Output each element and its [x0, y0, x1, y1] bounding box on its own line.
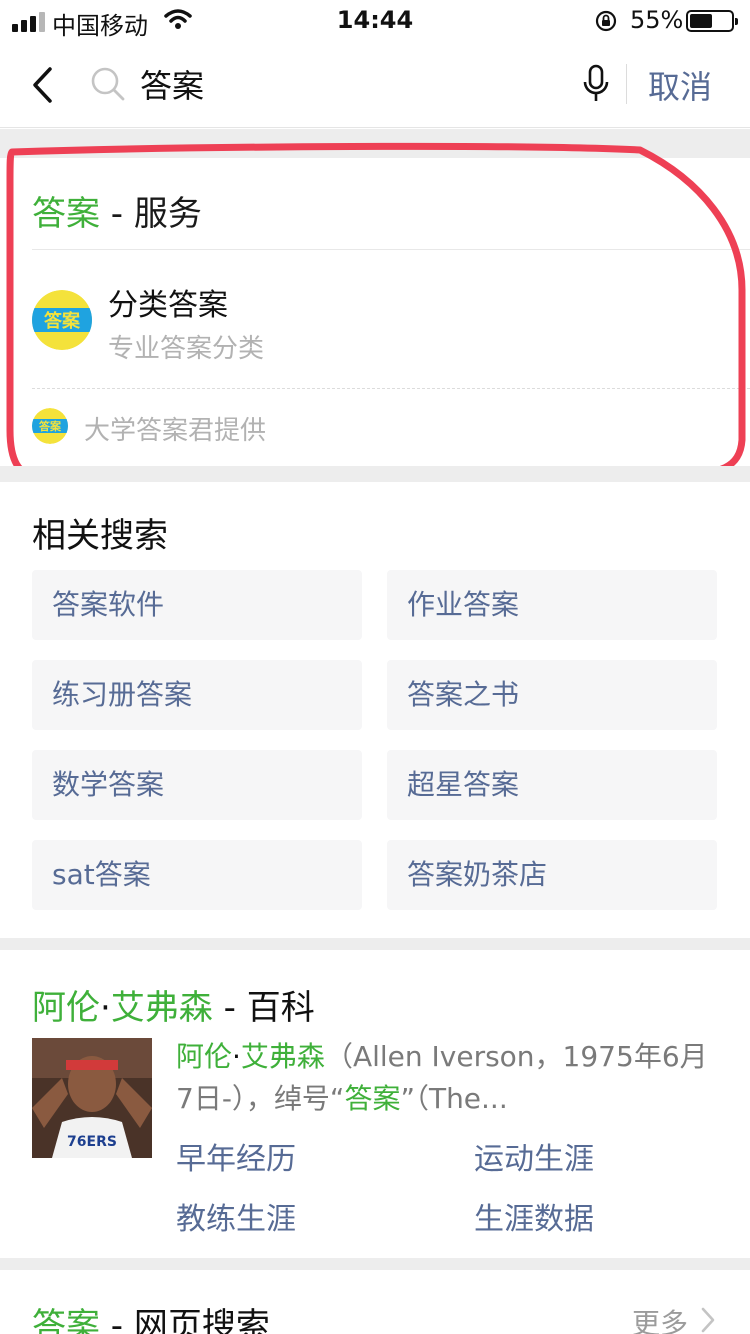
battery-icon — [686, 10, 738, 32]
section-gap — [0, 466, 750, 482]
name-part-1: 阿伦 — [32, 988, 100, 1028]
summary-text-2: ”（The... — [400, 1082, 508, 1115]
back-arrow-icon[interactable] — [30, 66, 56, 104]
service-logo-text: 答案 — [44, 310, 81, 332]
related-search-item[interactable]: 作业答案 — [387, 570, 717, 640]
summary-name-part-1: 阿伦 — [176, 1040, 233, 1073]
search-bar: 取消 — [0, 42, 750, 128]
name-part-2: 艾弗森 — [110, 988, 213, 1028]
name-dot: · — [100, 988, 111, 1028]
provider-logo: 答案 — [32, 408, 68, 444]
dashed-divider — [32, 388, 750, 389]
summary-name-dot: · — [232, 1040, 241, 1073]
web-search-title-suffix: - 网页搜索 — [100, 1306, 270, 1334]
summary-keyword: 答案 — [344, 1082, 401, 1115]
battery-percent: 55% — [630, 6, 684, 34]
web-search-section: 答案 - 网页搜索 更多 — [0, 1270, 750, 1334]
summary-name-part-2: 艾弗森 — [240, 1040, 325, 1073]
encyclopedia-summary: 阿伦·艾弗森（Allen Iverson，1975年6月7日-），绰号“答案”（… — [176, 1036, 716, 1120]
search-icon — [91, 67, 125, 101]
keyword-highlight: 答案 — [32, 194, 100, 234]
divider — [626, 64, 627, 104]
related-search-item[interactable]: 练习册答案 — [32, 660, 362, 730]
related-search-item[interactable]: 超星答案 — [387, 750, 717, 820]
section-gap — [0, 1258, 750, 1270]
search-input[interactable] — [140, 60, 560, 108]
related-search-item[interactable]: 数学答案 — [32, 750, 362, 820]
encyclopedia-photo[interactable]: 76ERS — [32, 1038, 152, 1158]
encyclopedia-card[interactable]: 阿伦·艾弗森 - 百科 76ERS 阿伦·艾弗森（Allen Iverson，1… — [0, 950, 750, 1258]
encyclopedia-link[interactable]: 运动生涯 — [474, 1134, 594, 1178]
photo-jersey-text: 76ERS — [67, 1134, 117, 1150]
related-search-item[interactable]: 答案之书 — [387, 660, 717, 730]
related-searches: 相关搜索 答案软件 作业答案 练习册答案 答案之书 数学答案 超星答案 sat答… — [0, 482, 750, 938]
keyword-highlight: 答案 — [32, 1306, 100, 1334]
cancel-button[interactable]: 取消 — [648, 62, 712, 108]
encyclopedia-link[interactable]: 早年经历 — [176, 1134, 296, 1178]
microphone-icon[interactable] — [582, 64, 610, 104]
service-card[interactable]: 答案 - 服务 答案 分类答案 专业答案分类 答案 大学答案君提供 — [0, 158, 750, 466]
status-bar: 中国移动 14:44 55% — [0, 0, 750, 42]
chevron-right-icon[interactable] — [700, 1306, 716, 1334]
encyclopedia-title[interactable]: 阿伦·艾弗森 - 百科 — [32, 980, 315, 1029]
related-search-item[interactable]: 答案奶茶店 — [387, 840, 717, 910]
related-search-item[interactable]: sat答案 — [32, 840, 362, 910]
service-provider[interactable]: 大学答案君提供 — [84, 410, 266, 447]
encyclopedia-link[interactable]: 教练生涯 — [176, 1194, 296, 1238]
service-logo: 答案 — [32, 290, 92, 350]
related-searches-title: 相关搜索 — [32, 516, 168, 556]
more-link[interactable]: 更多 — [632, 1302, 688, 1334]
divider — [32, 249, 750, 250]
related-search-item[interactable]: 答案软件 — [32, 570, 362, 640]
provider-logo-text: 答案 — [39, 419, 62, 433]
service-section-title: 答案 - 服务 — [32, 186, 202, 235]
title-suffix: - 百科 — [212, 988, 315, 1028]
rotation-lock-icon — [595, 10, 617, 32]
section-gap — [0, 129, 750, 158]
section-title-suffix: - 服务 — [100, 194, 202, 234]
web-search-title: 答案 - 网页搜索 — [32, 1298, 270, 1334]
section-gap — [0, 938, 750, 950]
service-name: 分类答案 — [108, 288, 228, 323]
service-description: 专业答案分类 — [108, 334, 265, 364]
encyclopedia-link[interactable]: 生涯数据 — [474, 1194, 594, 1238]
